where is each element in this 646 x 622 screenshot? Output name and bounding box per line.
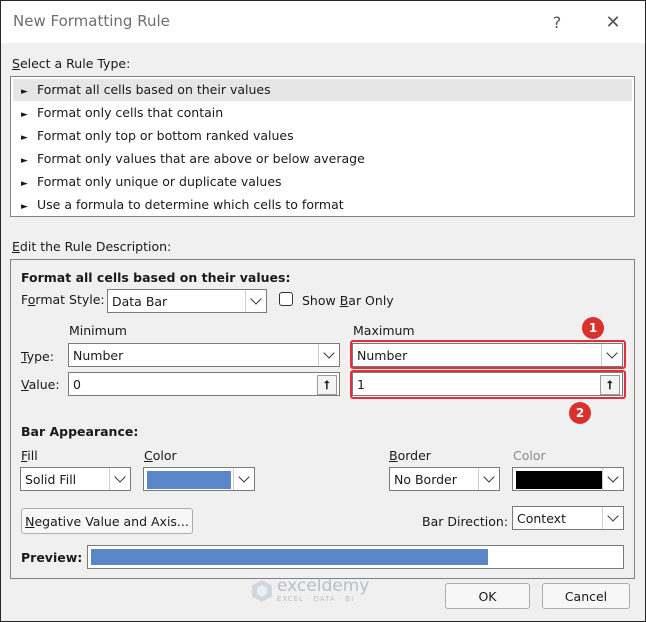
exceldemy-watermark: exceldemy EXCEL · DATA · BI (251, 578, 369, 603)
highlight-box-maximum-type (350, 340, 626, 369)
rule-type-label: Format all cells based on their values (37, 82, 271, 97)
bar-direction-label: Bar Direction: (422, 514, 509, 529)
minimum-type-dropdown[interactable]: Number (68, 343, 340, 367)
panel-subheading: Format all cells based on their values: (21, 270, 291, 285)
bar-direction-value: Context (517, 511, 566, 526)
ok-button[interactable]: OK (445, 583, 530, 609)
negative-value-and-axis-button[interactable]: Negative Value and Axis... (21, 508, 193, 534)
chevron-down-icon (233, 468, 254, 490)
color-label: Color (144, 448, 177, 463)
value-label: Value: (21, 377, 60, 392)
border-color-picker[interactable] (512, 467, 624, 491)
border-color-label: Color (513, 448, 546, 463)
edit-rule-description-rest: dit the Rule Description: (19, 239, 172, 254)
arrow-icon: ► (21, 202, 28, 212)
arrow-icon: ► (21, 87, 28, 97)
rule-type-item[interactable]: ► Format only cells that contain (13, 102, 632, 124)
step-badge-2: 2 (569, 402, 591, 424)
arrow-icon: ► (21, 110, 28, 120)
bar-appearance-heading: Bar Appearance: (21, 424, 139, 439)
select-rule-type-rest: elect a Rule Type: (19, 56, 131, 71)
edit-rule-description-heading: Edit the Rule Description: (12, 239, 172, 254)
rule-type-item[interactable]: ► Format only top or bottom ranked values (13, 125, 632, 147)
watermark-name: exceldemy (277, 576, 370, 596)
bar-direction-dropdown[interactable]: Context (512, 506, 624, 530)
minimum-value-input[interactable]: 0 ⭡ (68, 372, 340, 396)
new-formatting-rule-dialog: New Formatting Rule ? ✕ Select a Rule Ty… (0, 0, 646, 622)
fill-dropdown[interactable]: Solid Fill (20, 467, 131, 491)
close-button[interactable]: ✕ (595, 7, 631, 37)
help-button[interactable]: ? (539, 7, 575, 37)
border-value: No Border (394, 472, 457, 487)
watermark-text: exceldemy EXCEL · DATA · BI (277, 576, 370, 604)
type-label: Type: (21, 349, 54, 364)
step-badge-1: 1 (582, 317, 604, 339)
chevron-down-icon (245, 290, 266, 312)
cancel-button[interactable]: Cancel (542, 583, 630, 609)
rule-type-item[interactable]: ► Format all cells based on their values (13, 79, 632, 101)
preview-label: Preview: (21, 550, 83, 565)
minimum-type-value: Number (73, 348, 124, 363)
format-style-rest: rmat Style: (35, 292, 105, 307)
minimum-label: Minimum (69, 323, 127, 338)
border-label: Border (389, 448, 431, 463)
rule-type-item[interactable]: ► Use a formula to determine which cells … (13, 194, 632, 216)
arrow-icon: ► (21, 156, 28, 166)
format-style-value: Data Bar (112, 294, 168, 309)
show-bar-only-label: Show Bar Only (302, 293, 394, 308)
collapse-dialog-icon[interactable]: ⭡ (317, 375, 337, 395)
rule-type-label: Format only top or bottom ranked values (37, 128, 294, 143)
highlight-box-maximum-value (350, 370, 626, 399)
border-color-swatch (516, 471, 602, 489)
rule-type-label: Format only cells that contain (37, 105, 224, 120)
select-rule-type-heading: Select a Rule Type: (12, 56, 131, 71)
format-style-dropdown[interactable]: Data Bar (107, 289, 267, 313)
preview-data-bar (91, 549, 488, 565)
border-dropdown[interactable]: No Border (389, 467, 500, 491)
chevron-down-icon (318, 344, 339, 366)
format-style-f: F (21, 292, 28, 307)
arrow-icon: ► (21, 179, 28, 189)
bar-color-swatch (147, 471, 231, 489)
exceldemy-logo-icon (252, 579, 272, 602)
chevron-down-icon (602, 507, 623, 529)
minimum-value-text: 0 (73, 377, 81, 392)
format-style-label: Format Style: (21, 292, 105, 307)
rule-type-label: Use a formula to determine which cells t… (37, 197, 344, 212)
fill-value: Solid Fill (25, 472, 77, 487)
bar-color-picker[interactable] (143, 467, 255, 491)
title-bar: New Formatting Rule ? ✕ (1, 1, 645, 43)
chevron-down-icon (109, 468, 130, 490)
fill-label: Fill (21, 448, 38, 463)
preview-box (87, 545, 624, 569)
rule-type-label: Format only values that are above or bel… (37, 151, 365, 166)
rule-type-label: Format only unique or duplicate values (37, 174, 282, 189)
chevron-down-icon (602, 468, 623, 490)
rule-type-item[interactable]: ► Format only unique or duplicate values (13, 171, 632, 193)
watermark-tagline: EXCEL · DATA · BI (277, 595, 355, 603)
negative-value-label: Negative Value and Axis... (25, 513, 189, 529)
chevron-down-icon (478, 468, 499, 490)
edit-rule-panel: Format all cells based on their values: … (10, 259, 635, 579)
show-bar-only-checkbox[interactable] (279, 292, 293, 306)
rule-type-list[interactable]: ► Format all cells based on their values … (10, 76, 635, 217)
arrow-icon: ► (21, 133, 28, 143)
maximum-label: Maximum (353, 323, 415, 338)
rule-type-item[interactable]: ► Format only values that are above or be… (13, 148, 632, 170)
dialog-title: New Formatting Rule (13, 12, 170, 30)
